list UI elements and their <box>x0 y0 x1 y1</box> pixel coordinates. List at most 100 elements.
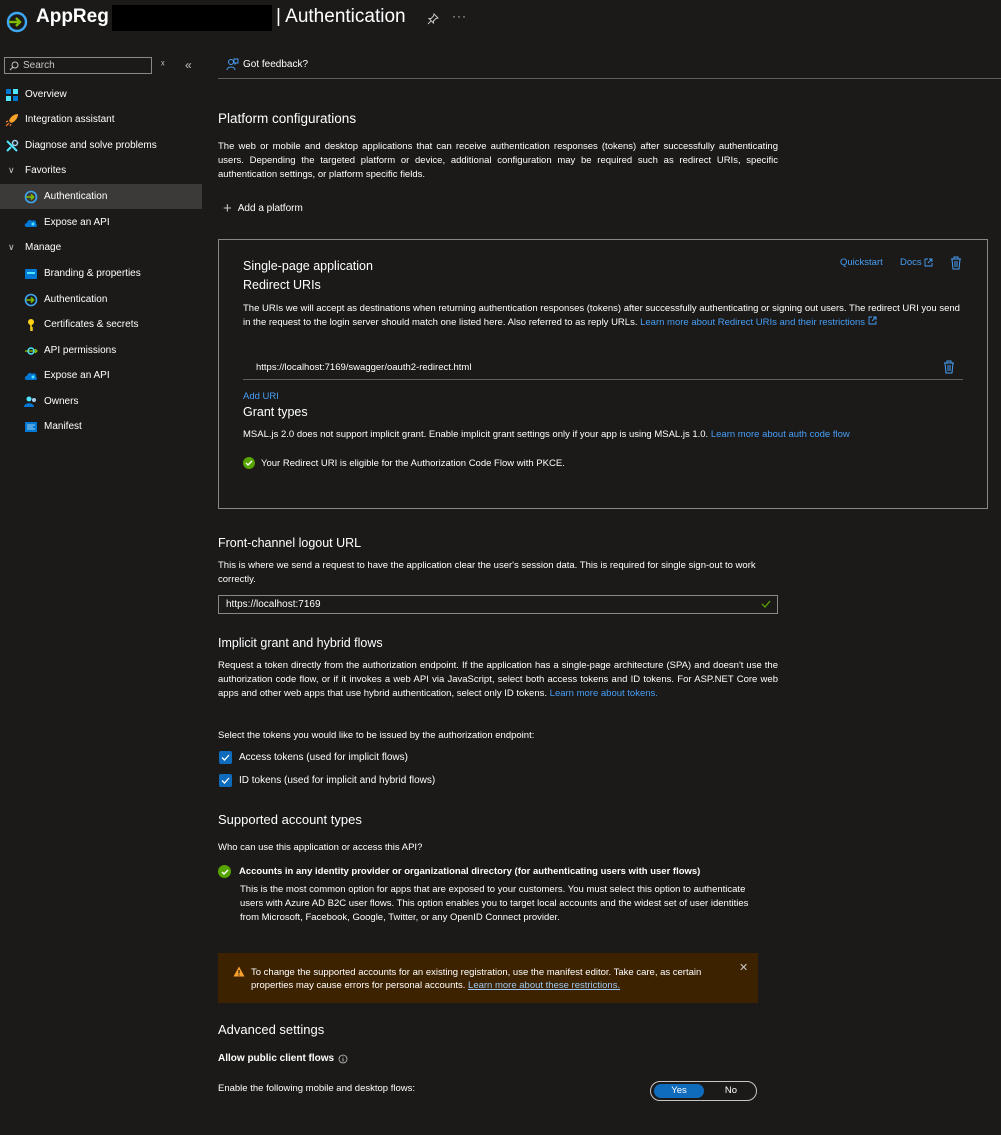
implicit-grant-title: Implicit grant and hybrid flows <box>218 636 383 650</box>
sidebar-item-branding[interactable]: Branding & properties <box>0 261 202 286</box>
feedback-icon[interactable] <box>226 58 239 71</box>
app-registration-logo-icon <box>6 11 28 33</box>
checkbox-checked-icon[interactable] <box>219 751 232 764</box>
sidebar-item-label: Integration assistant <box>25 114 115 125</box>
redirect-uris-description: The URIs we will accept as destinations … <box>243 302 963 330</box>
sidebar-item-label: Authentication <box>44 294 108 305</box>
toggle-no-option[interactable]: No <box>709 1084 753 1098</box>
grant-types-description: MSAL.js 2.0 does not support implicit gr… <box>243 428 963 442</box>
toolbar-divider <box>218 78 1001 79</box>
sidebar-item-label: Expose an API <box>44 370 110 381</box>
search-icon <box>9 61 19 71</box>
spa-title: Single-page application <box>243 259 373 273</box>
docs-label: Docs <box>900 257 922 268</box>
valid-check-icon <box>761 600 771 608</box>
sidebar-item-expose-api[interactable]: Expose an API <box>0 363 202 388</box>
section-title-platform: Platform configurations <box>218 111 357 126</box>
access-tokens-checkbox[interactable]: Access tokens (used for implicit flows) <box>219 751 408 764</box>
key-icon <box>28 318 34 331</box>
collapse-expand-icon[interactable]: ˣ <box>161 59 165 71</box>
wrench-icon <box>6 139 19 152</box>
external-link-icon <box>868 316 877 325</box>
toggle-yes-option[interactable]: Yes <box>654 1084 704 1098</box>
logout-url-value: https://localhost:7169 <box>226 599 321 610</box>
sidebar-item-certificates-secrets[interactable]: Certificates & secrets <box>0 312 202 337</box>
redirect-uris-learn-more-link[interactable]: Learn more about Redirect URIs and their… <box>640 317 865 328</box>
add-platform-label: Add a platform <box>237 203 303 214</box>
sidebar-search[interactable] <box>4 57 152 74</box>
id-tokens-checkbox[interactable]: ID tokens (used for implicit and hybrid … <box>219 774 435 787</box>
redirect-uris-title: Redirect URIs <box>243 278 321 292</box>
sidebar-group-favorites[interactable]: ∨ Favorites <box>0 158 202 183</box>
sidebar-item-label: Expose an API <box>44 217 110 228</box>
tokens-learn-more-link[interactable]: Learn more about tokens. <box>550 688 658 699</box>
sidebar-item-label: API permissions <box>44 345 117 356</box>
access-tokens-label: Access tokens (used for implicit flows) <box>239 752 408 763</box>
docs-link[interactable]: Docs <box>900 257 933 268</box>
account-type-selected[interactable]: Accounts in any identity provider or org… <box>218 865 700 878</box>
collapse-sidebar-icon[interactable]: « <box>185 58 192 72</box>
pin-icon[interactable] <box>427 13 439 25</box>
sidebar-group-manage[interactable]: ∨ Manage <box>0 235 202 260</box>
sidebar-item-integration-assistant[interactable]: Integration assistant <box>0 107 202 132</box>
app-name: AppReg <box>36 6 109 27</box>
account-types-title: Supported account types <box>218 812 362 827</box>
tokens-select-prompt: Select the tokens you would like to be i… <box>218 730 535 741</box>
pkce-status-text: Your Redirect URI is eligible for the Au… <box>261 457 565 469</box>
uri-row-divider <box>243 379 963 380</box>
sidebar-item-label: Authentication <box>44 191 108 202</box>
grant-types-title: Grant types <box>243 405 308 419</box>
sidebar-item-label: Owners <box>44 396 79 407</box>
grant-desc-text: MSAL.js 2.0 does not support implicit gr… <box>243 429 709 440</box>
sidebar-item-owners[interactable]: Owners <box>0 389 202 414</box>
checkbox-checked-icon[interactable] <box>219 774 232 787</box>
sidebar-item-expose-api-favorite[interactable]: Expose an API <box>0 210 202 235</box>
success-check-icon <box>243 457 255 469</box>
feedback-button[interactable]: Got feedback? <box>243 59 308 70</box>
auth-code-flow-link[interactable]: Learn more about auth code flow <box>711 429 850 440</box>
restrictions-learn-more-link[interactable]: Learn more about these restrictions. <box>468 980 620 991</box>
manifest-icon <box>25 421 37 432</box>
page-title: | Authentication <box>276 6 406 27</box>
sidebar-item-label: Diagnose and solve problems <box>25 140 157 151</box>
warning-text: To change the supported accounts for an … <box>251 966 726 992</box>
delete-uri-icon[interactable] <box>943 360 955 374</box>
close-icon[interactable]: ✕ <box>739 961 748 974</box>
chevron-down-icon: ∨ <box>8 242 15 252</box>
implicit-desc-text: Request a token directly from the author… <box>218 660 778 699</box>
info-icon[interactable] <box>338 1054 348 1064</box>
public-client-flows-toggle[interactable]: Yes No <box>650 1081 757 1101</box>
implicit-grant-description: Request a token directly from the author… <box>218 659 778 701</box>
add-platform-button[interactable]: + Add a platform <box>223 198 303 217</box>
external-link-icon <box>924 258 933 267</box>
add-uri-link[interactable]: Add URI <box>243 391 279 402</box>
logout-url-input[interactable]: https://localhost:7169 <box>218 595 778 614</box>
chevron-down-icon: ∨ <box>8 165 15 175</box>
redacted-app-name <box>112 5 272 31</box>
sidebar-item-api-permissions[interactable]: API permissions <box>0 338 202 363</box>
account-type-description: This is the most common option for apps … <box>240 884 749 923</box>
quickstart-link[interactable]: Quickstart <box>840 257 883 268</box>
owners-icon <box>24 396 36 407</box>
sidebar-item-label: Manifest <box>44 421 82 432</box>
public-client-flows-heading: Allow public client flows <box>218 1053 348 1064</box>
authentication-icon <box>24 293 38 306</box>
sidebar-item-authentication-favorite[interactable]: Authentication <box>0 184 202 209</box>
sidebar-item-manifest[interactable]: Manifest <box>0 414 202 439</box>
account-types-question: Who can use this application or access t… <box>218 842 423 853</box>
success-check-icon <box>218 865 231 878</box>
logout-url-title: Front-channel logout URL <box>218 536 362 550</box>
id-tokens-label: ID tokens (used for implicit and hybrid … <box>239 775 436 786</box>
redirect-uri-value[interactable]: https://localhost:7169/swagger/oauth2-re… <box>256 362 471 373</box>
delete-platform-icon[interactable] <box>950 256 962 270</box>
overview-grid-icon <box>6 88 18 101</box>
warning-icon <box>233 966 245 977</box>
sidebar-item-overview[interactable]: Overview <box>0 82 202 107</box>
sidebar-item-label: Branding & properties <box>44 268 141 279</box>
sidebar-item-authentication[interactable]: Authentication <box>0 287 202 312</box>
more-options-icon[interactable]: ··· <box>452 9 467 23</box>
sidebar-item-diagnose[interactable]: Diagnose and solve problems <box>0 133 202 158</box>
branding-icon <box>25 268 37 279</box>
cloud-icon <box>24 372 38 380</box>
search-input[interactable] <box>23 59 148 72</box>
